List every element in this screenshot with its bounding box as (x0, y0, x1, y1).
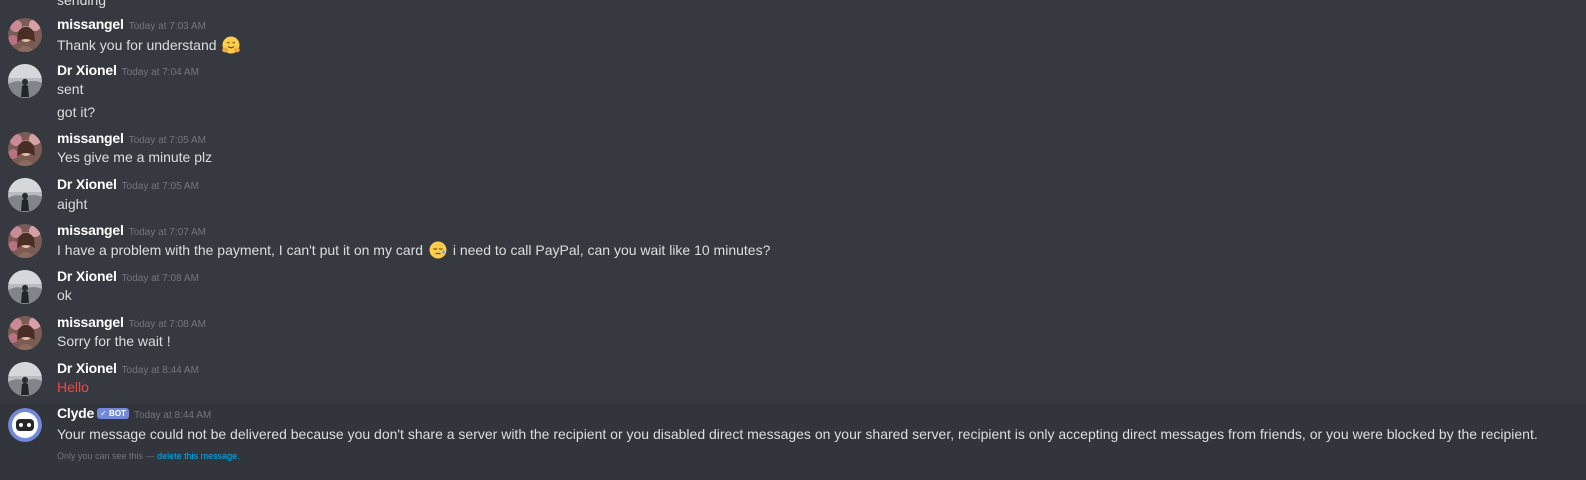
timestamp: Today at 8:44 AM (133, 410, 212, 421)
timestamp: Today at 7:05 AM (128, 135, 206, 146)
message-text: Your message could not be delivered beca… (57, 426, 1538, 442)
message-text: got it? (57, 104, 96, 120)
bot-tag: ✓ BOT (97, 408, 129, 419)
message-group: missangel Today at 7:03 AM Thank you for … (0, 16, 1586, 56)
timestamp: Today at 7:05 AM (121, 181, 199, 192)
message-text: ok (57, 287, 72, 303)
username[interactable]: Dr Xionel (57, 360, 117, 376)
partial-message-text: sending (57, 0, 107, 8)
message-text: I have a problem with the payment, I can… (57, 240, 771, 260)
delete-message-link[interactable]: delete this message. (157, 451, 240, 461)
message-group: Dr Xionel Today at 7:04 AM sent got it? (0, 62, 1586, 122)
timestamp: Today at 7:03 AM (128, 21, 206, 32)
avatar[interactable] (8, 132, 42, 166)
message-group: missangel Today at 7:07 AM I have a probl… (0, 222, 1586, 262)
avatar[interactable] (8, 178, 42, 212)
message-text: Thank you for understand (57, 35, 242, 55)
timestamp: Today at 7:04 AM (121, 67, 199, 78)
username[interactable]: Clyde (57, 405, 94, 421)
username[interactable]: Dr Xionel (57, 176, 117, 192)
message-group: missangel Today at 7:05 AM Yes give me a … (0, 130, 1586, 170)
avatar[interactable] (8, 270, 42, 304)
username[interactable]: missangel (57, 16, 124, 32)
message-text: Sorry for the wait ! (57, 333, 171, 349)
ephemeral-note-text: Only you can see this — (57, 451, 155, 461)
timestamp: Today at 7:07 AM (128, 227, 206, 238)
message-text: Yes give me a minute plz (57, 149, 213, 165)
message-group: Dr Xionel Today at 8:44 AM Hello (0, 360, 1586, 400)
message-group: Dr Xionel Today at 7:08 AM ok (0, 268, 1586, 308)
username[interactable]: missangel (57, 314, 124, 330)
timestamp: Today at 8:44 AM (121, 365, 199, 376)
avatar[interactable] (8, 362, 42, 396)
message-group: Dr Xionel Today at 7:05 AM aight (0, 176, 1586, 216)
username[interactable]: Dr Xionel (57, 268, 117, 284)
username[interactable]: missangel (57, 130, 124, 146)
timestamp: Today at 7:08 AM (121, 273, 199, 284)
username[interactable]: Dr Xionel (57, 62, 117, 78)
message-text: sent (57, 81, 84, 97)
message-text: aight (57, 196, 88, 212)
username[interactable]: missangel (57, 222, 124, 238)
sleepy-face-emoji[interactable] (428, 240, 448, 260)
message-group: missangel Today at 7:08 AM Sorry for the … (0, 314, 1586, 354)
avatar[interactable] (8, 316, 42, 350)
message-text: Hello (57, 379, 89, 395)
avatar[interactable] (8, 18, 42, 52)
avatar[interactable] (8, 64, 42, 98)
hugging-face-emoji[interactable] (221, 35, 241, 55)
clyde-message-group: Clyde ✓ BOT Today at 8:44 AM Your message … (0, 405, 1586, 475)
avatar[interactable] (8, 408, 42, 442)
message-list[interactable]: sending missangel Today at 7:03 AM Thank … (0, 0, 1586, 480)
avatar[interactable] (8, 224, 42, 258)
timestamp: Today at 7:08 AM (128, 319, 206, 330)
ephemeral-note: Only you can see this — delete this mess… (57, 450, 240, 462)
